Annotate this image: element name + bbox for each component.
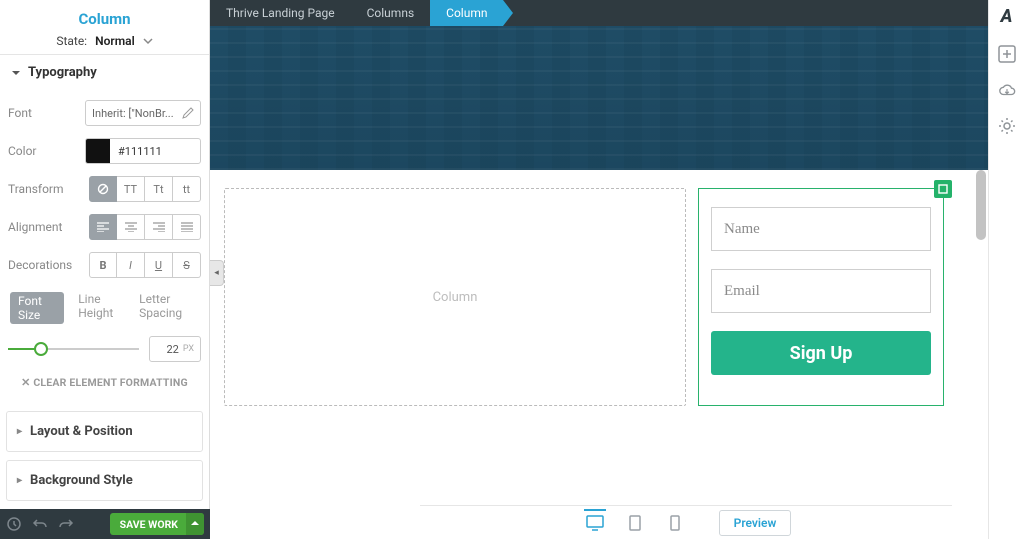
device-tablet-button[interactable] [621, 509, 649, 537]
font-value: Inherit: ["NonBr... [92, 107, 174, 120]
transform-capitalize-button[interactable]: Tt [145, 176, 173, 202]
cloud-icon[interactable] [998, 81, 1016, 99]
right-rail: A [988, 0, 1024, 539]
color-hex: #111111 [110, 145, 162, 158]
device-desktop-button[interactable] [581, 509, 609, 537]
sidebar-footer: SAVE WORK [0, 509, 210, 539]
name-input[interactable] [711, 207, 931, 251]
clear-formatting-button[interactable]: ✕ CLEAR ELEMENT FORMATTING [8, 368, 201, 391]
state-value: Normal [95, 34, 135, 48]
plus-icon[interactable] [998, 45, 1016, 63]
panel-background-style[interactable]: ▸Background Style [6, 460, 203, 501]
font-size-input[interactable]: 22 PX [149, 336, 201, 362]
email-input[interactable] [711, 269, 931, 313]
left-sidebar: Column State: Normal Typography Font Inh… [0, 0, 210, 539]
bold-button[interactable]: B [89, 252, 117, 278]
transform-lower-button[interactable]: tt [173, 176, 201, 202]
element-badge[interactable] [934, 180, 952, 198]
align-justify-button[interactable] [173, 214, 201, 240]
align-left-button[interactable] [89, 214, 117, 240]
typography-panel: Typography Font Inherit: ["NonBr... Colo… [0, 54, 209, 403]
signup-form[interactable]: Sign Up [698, 188, 944, 406]
device-mobile-button[interactable] [661, 509, 689, 537]
tab-font-size[interactable]: Font Size [10, 292, 64, 324]
state-selector[interactable]: State: Normal [8, 34, 201, 48]
pencil-icon [182, 107, 194, 119]
font-size-slider[interactable] [8, 339, 139, 359]
transform-group: TT Tt tt [89, 176, 201, 202]
redo-icon[interactable] [58, 516, 74, 532]
color-picker[interactable]: #111111 [85, 138, 201, 164]
underline-button[interactable]: U [145, 252, 173, 278]
gear-icon[interactable] [998, 117, 1016, 135]
sidebar-collapse-handle[interactable]: ◂ [210, 260, 224, 286]
main-area: Thrive Landing Page Columns Column Colum… [210, 0, 988, 539]
font-label: Font [8, 106, 32, 120]
typography-header[interactable]: Typography [0, 55, 209, 90]
color-swatch [86, 139, 110, 163]
crumb-column[interactable]: Column [430, 0, 503, 26]
device-bar: Preview [420, 505, 952, 539]
font-size-unit: PX [183, 344, 194, 354]
undo-icon[interactable] [32, 516, 48, 532]
crumb-landing[interactable]: Thrive Landing Page [210, 0, 351, 26]
alignment-group [89, 214, 201, 240]
transform-none-button[interactable] [89, 176, 117, 202]
font-selector[interactable]: Inherit: ["NonBr... [85, 100, 201, 126]
placeholder-label: Column [433, 290, 478, 305]
transform-label: Transform [8, 182, 64, 196]
decorations-label: Decorations [8, 258, 72, 272]
tab-letter-spacing[interactable]: Letter Spacing [139, 292, 199, 324]
size-tabs: Font Size Line Height Letter Spacing [8, 284, 201, 330]
sidebar-title: Column [8, 10, 201, 28]
tab-line-height[interactable]: Line Height [78, 292, 125, 324]
save-dropdown-button[interactable] [186, 513, 204, 535]
brand-logo: A [1001, 6, 1013, 27]
state-label: State: [56, 34, 87, 48]
align-center-button[interactable] [117, 214, 145, 240]
color-label: Color [8, 144, 36, 158]
crumb-columns[interactable]: Columns [351, 0, 431, 26]
signup-button[interactable]: Sign Up [711, 331, 931, 375]
hero-image [210, 26, 988, 170]
chevron-down-icon [143, 36, 153, 46]
align-right-button[interactable] [145, 214, 173, 240]
caret-down-icon [12, 69, 20, 77]
alignment-label: Alignment [8, 220, 62, 234]
panel-layout-position[interactable]: ▸Layout & Position [6, 411, 203, 452]
strike-button[interactable]: S [173, 252, 201, 278]
italic-button[interactable]: I [117, 252, 145, 278]
decorations-group: B I U S [89, 252, 201, 278]
save-work-button[interactable]: SAVE WORK [110, 513, 204, 535]
preview-button[interactable]: Preview [719, 510, 792, 536]
font-size-value: 22 [166, 343, 178, 356]
history-icon[interactable] [6, 516, 22, 532]
breadcrumb-bar: Thrive Landing Page Columns Column [210, 0, 988, 26]
vertical-scrollbar[interactable] [974, 170, 988, 505]
transform-upper-button[interactable]: TT [117, 176, 145, 202]
column-placeholder[interactable]: Column [224, 188, 686, 406]
canvas: Column Sign Up [210, 170, 988, 418]
typography-heading: Typography [28, 65, 97, 80]
